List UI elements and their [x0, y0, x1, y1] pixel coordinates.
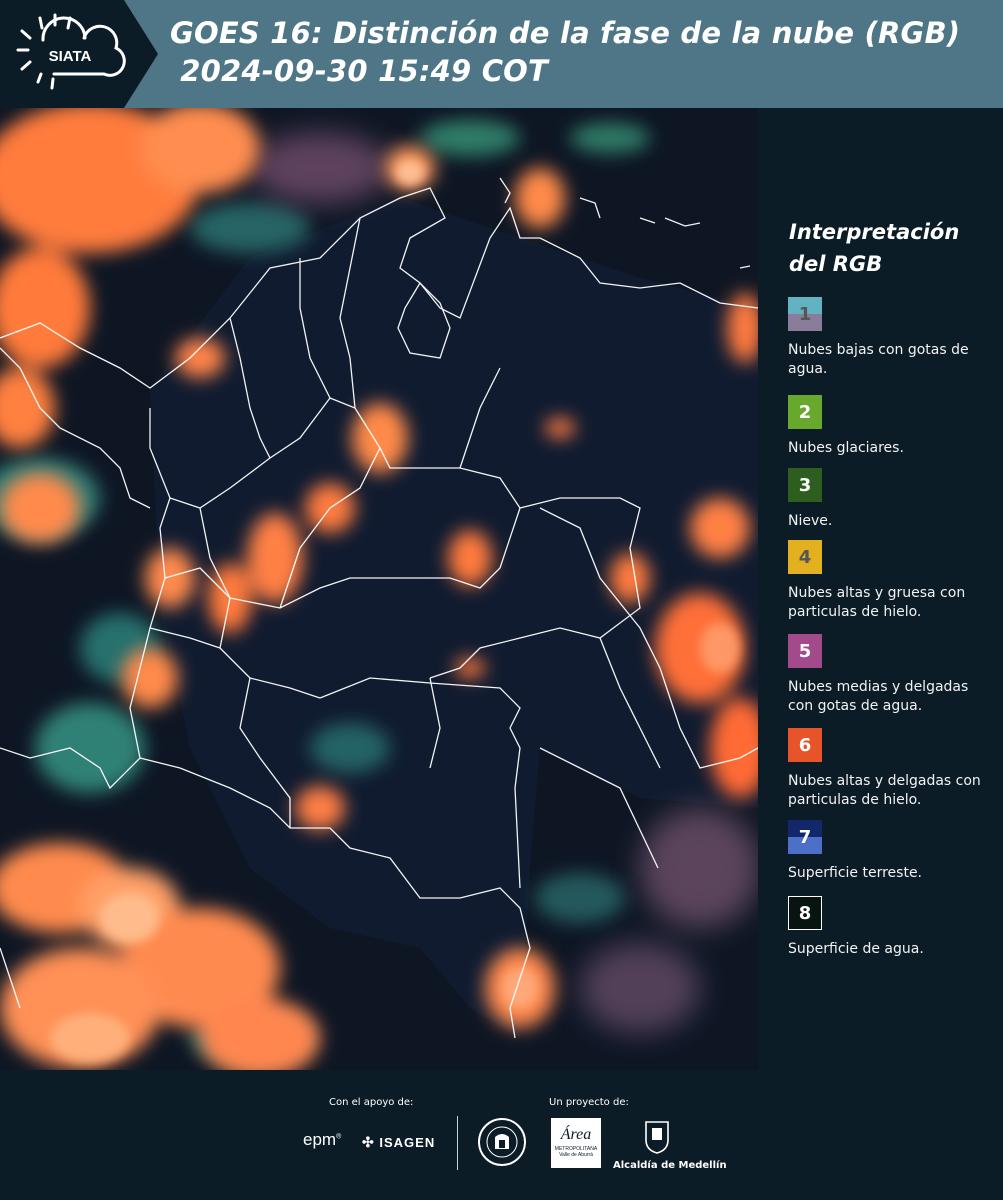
legend-label: Nubes altas y delgadas con particulas de…: [788, 773, 981, 808]
legend-label: Superficie terreste.: [788, 865, 923, 881]
legend-swatch: 1: [788, 297, 822, 331]
legend-label: Nubes bajas con gotas de agua.: [788, 342, 969, 377]
legend-item-3: 3 Nieve.: [788, 468, 998, 531]
legend-item-7: 7 Superficie terreste.: [788, 820, 998, 883]
legend-label: Nubes altas y gruesa con particulas de h…: [788, 585, 966, 620]
legend-item-4: 4 Nubes altas y gruesa con particulas de …: [788, 540, 998, 622]
legend-number: 6: [798, 734, 812, 756]
footer-divider: [457, 1116, 458, 1170]
legend-panel: Interpretación del RGB 1 Nubes bajas con …: [760, 108, 1003, 1070]
legend-swatch: 4: [788, 540, 822, 574]
area-metropolitana-logo: Área METROPOLITANA Valle de Aburrá: [551, 1118, 601, 1168]
legend-item-6: 6 Nubes altas y delgadas con particulas d…: [788, 728, 998, 810]
epm-logo: epm®: [303, 1130, 342, 1149]
legend-item-5: 5 Nubes medias y delgadas con gotas de ag…: [788, 634, 998, 716]
legend-number: 4: [798, 546, 812, 568]
support-label: Con el apoyo de:: [329, 1097, 414, 1108]
legend-label: Nubes medias y delgadas con gotas de agu…: [788, 679, 969, 714]
project-label: Un proyecto de:: [549, 1097, 629, 1108]
legend-item-1: 1 Nubes bajas con gotas de agua.: [788, 297, 998, 379]
legend-number: 8: [798, 902, 812, 924]
legend-swatch: 7: [788, 820, 822, 854]
legend-number: 2: [798, 401, 812, 423]
legend-number: 1: [798, 303, 812, 325]
legend-title: Interpretación del RGB: [789, 220, 960, 276]
legend-swatch: 6: [788, 728, 822, 762]
isagen-icon: ✣: [362, 1134, 375, 1150]
page-title: GOES 16: Distinción de la fase de la nub…: [170, 16, 961, 88]
legend-item-8: 8 Superficie de agua.: [788, 896, 998, 959]
legend-item-2: 2 Nubes glaciares.: [788, 395, 998, 458]
legend-number: 5: [798, 640, 812, 662]
legend-swatch: 2: [788, 395, 822, 429]
legend-swatch: 5: [788, 634, 822, 668]
alcaldia-shield-icon: [644, 1120, 670, 1158]
siata-logo: SIATA: [0, 0, 160, 108]
medellin-seal-icon: [478, 1118, 526, 1166]
legend-label: Superficie de agua.: [788, 941, 924, 957]
legend-number: 3: [798, 474, 812, 496]
legend-label: Nubes glaciares.: [788, 440, 904, 456]
legend-number: 7: [798, 826, 812, 848]
legend-swatch: 3: [788, 468, 822, 502]
logo-text: SIATA: [49, 48, 92, 65]
legend-label: Nieve.: [788, 513, 833, 529]
footer: Con el apoyo de: Un proyecto de: epm® ✣ …: [0, 1070, 1003, 1200]
header-banner: SIATA GOES 16: Distinción de la fase de …: [0, 0, 1003, 108]
satellite-map[interactable]: [0, 108, 758, 1070]
alcaldia-label: Alcaldía de Medellín: [613, 1160, 727, 1171]
legend-swatch: 8: [788, 896, 822, 930]
isagen-logo: ✣ ISAGEN: [362, 1134, 436, 1150]
